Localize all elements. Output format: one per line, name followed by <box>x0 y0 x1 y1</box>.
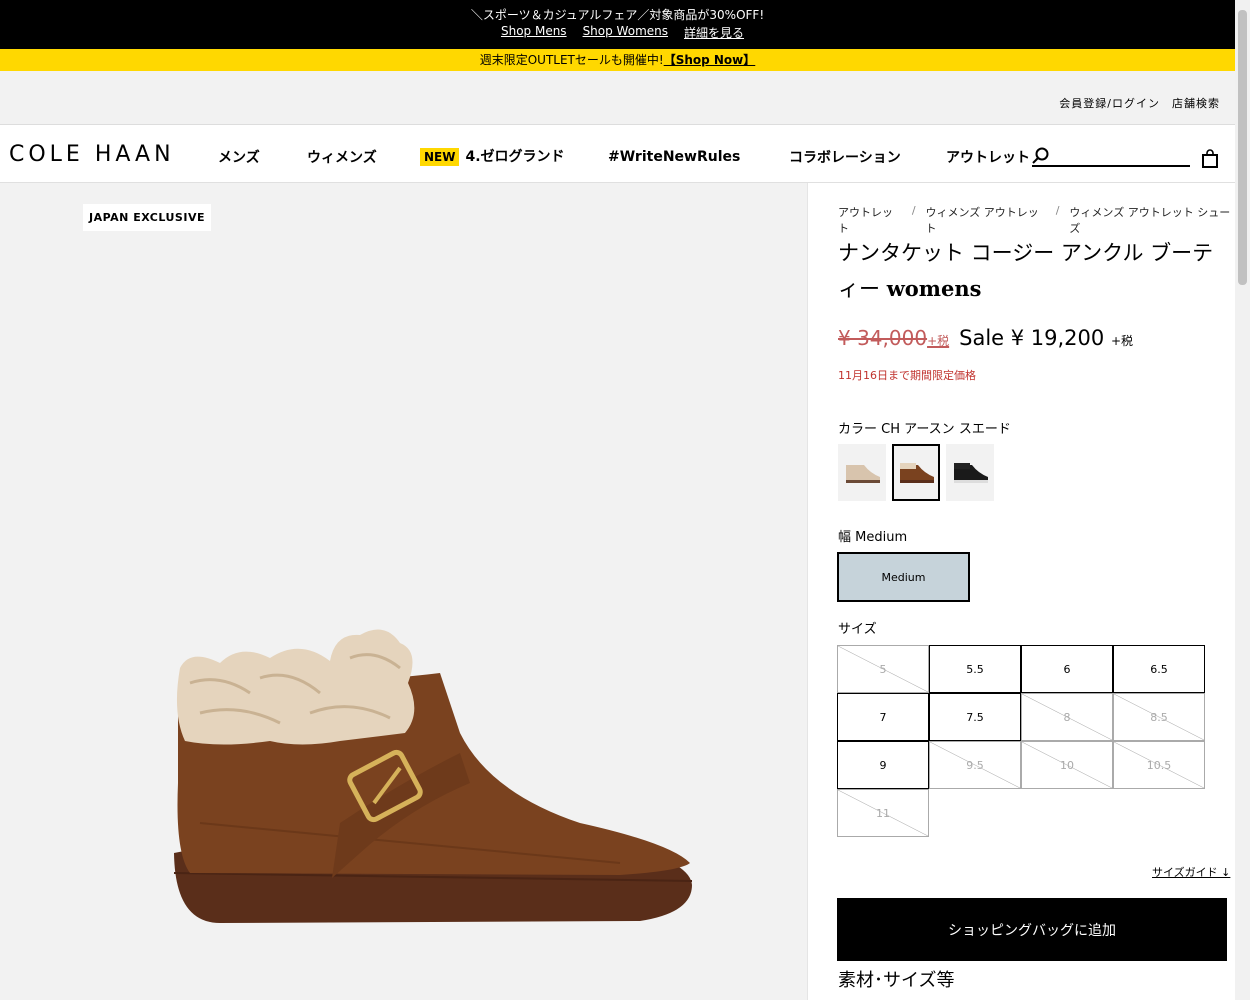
add-to-bag-button[interactable]: ショッピングバッグに追加 <box>837 898 1227 961</box>
color-swatch-beige[interactable] <box>838 444 886 501</box>
new-badge: NEW <box>420 148 460 166</box>
product-gallery: JAPAN EXCLUSIVE <box>0 183 807 1000</box>
breadcrumb-item[interactable]: ウィメンズ アウトレット <box>926 204 1046 236</box>
original-price-tax: +税 <box>927 334 950 348</box>
shop-mens-link[interactable]: Shop Mens <box>501 24 567 41</box>
swatch-black-image <box>954 462 988 483</box>
japan-exclusive-badge: JAPAN EXCLUSIVE <box>83 204 211 231</box>
logo[interactable]: COLE HAAN <box>9 142 175 167</box>
limited-price-note: 11月16日まで期間限定価格 <box>838 369 976 382</box>
size-guide-link[interactable]: サイズガイド ↓ <box>1152 864 1230 880</box>
size-option-10: 10 <box>1021 741 1113 789</box>
product-image[interactable] <box>160 623 705 933</box>
original-price-value: ¥ 34,000 <box>838 326 928 350</box>
utility-bar: 会員登録/ログイン 店舗検索 <box>0 71 1235 125</box>
swatch-brown-image <box>900 462 934 483</box>
width-label: 幅 Medium <box>838 530 908 545</box>
width-option-medium[interactable]: Medium <box>837 552 970 602</box>
nav-mens[interactable]: メンズ <box>218 147 260 167</box>
size-option-5-5[interactable]: 5.5 <box>929 645 1021 693</box>
outlet-banner-text: 週末限定OUTLETセールも開催中! <box>479 53 664 67</box>
search-box[interactable] <box>1032 145 1190 167</box>
color-label: カラー CH アースン スエード <box>838 422 1011 437</box>
color-swatch-black[interactable] <box>946 444 994 501</box>
nav-zerogrand-label: 4.ゼログランド <box>465 149 565 165</box>
scrollbar-thumb[interactable] <box>1238 10 1247 285</box>
size-option-6-5[interactable]: 6.5 <box>1113 645 1205 693</box>
utility-links: 会員登録/ログイン 店舗検索 <box>1059 95 1220 111</box>
promo-headline: ＼スポーツ＆カジュアルフェア／対象商品が30%OFF! <box>470 8 765 22</box>
product-title-en: womens <box>886 276 982 301</box>
promo-details-link[interactable]: 詳細を見る <box>684 24 744 41</box>
sale-price: Sale ¥ 19,200 +税 <box>959 326 1133 350</box>
search-input[interactable] <box>1054 145 1188 165</box>
size-option-7-5[interactable]: 7.5 <box>929 693 1021 741</box>
breadcrumb-item[interactable]: アウトレット <box>838 204 902 236</box>
shopping-bag-icon[interactable] <box>1201 149 1219 169</box>
original-price: ¥ 34,000+税 <box>838 326 949 350</box>
page-scrollbar[interactable] <box>1235 0 1250 1000</box>
size-option-8: 8 <box>1021 693 1113 741</box>
sale-price-tax: +税 <box>1110 334 1134 348</box>
size-option-5: 5 <box>837 645 929 693</box>
store-search-link[interactable]: 店舗検索 <box>1172 95 1220 111</box>
size-option-10-5: 10.5 <box>1113 741 1205 789</box>
price-row: ¥ 34,000+税 Sale ¥ 19,200 +税 <box>838 326 1133 350</box>
breadcrumb-separator: / <box>911 204 916 217</box>
color-swatch-brown[interactable] <box>892 444 940 501</box>
search-icon[interactable] <box>1032 147 1050 165</box>
sale-price-value: Sale ¥ 19,200 <box>959 326 1105 350</box>
swatch-beige-image <box>846 464 880 483</box>
material-size-heading[interactable]: 素材･サイズ等 <box>838 966 954 992</box>
promo-banner: ＼スポーツ＆カジュアルフェア／対象商品が30%OFF! Shop Mens Sh… <box>0 0 1235 49</box>
size-option-9[interactable]: 9 <box>837 741 929 789</box>
nav-womens[interactable]: ウィメンズ <box>307 147 377 167</box>
main-nav: COLE HAAN メンズ ウィメンズ NEW 4.ゼログランド #WriteNe… <box>0 125 1235 183</box>
product-details-panel: アウトレット / ウィメンズ アウトレット / ウィメンズ アウトレット シュー… <box>807 183 1235 1000</box>
size-option-6[interactable]: 6 <box>1021 645 1113 693</box>
size-option-8-5: 8.5 <box>1113 693 1205 741</box>
login-link[interactable]: 会員登録/ログイン <box>1059 95 1160 111</box>
size-label: サイズ <box>838 622 877 637</box>
size-option-9-5: 9.5 <box>929 741 1021 789</box>
nav-outlet[interactable]: アウトレット <box>946 147 1030 167</box>
color-swatches <box>838 444 994 501</box>
breadcrumb-separator: / <box>1055 204 1060 217</box>
shop-womens-link[interactable]: Shop Womens <box>583 24 668 41</box>
nav-write-new-rules[interactable]: #WriteNewRules <box>608 149 740 165</box>
outlet-banner: 週末限定OUTLETセールも開催中!【Shop Now】 <box>0 49 1235 71</box>
nav-zerogrand[interactable]: NEW 4.ゼログランド <box>420 146 565 166</box>
nav-collaboration[interactable]: コラボレーション <box>789 147 901 167</box>
promo-links: Shop Mens Shop Womens 詳細を見る <box>0 24 1235 41</box>
size-option-7[interactable]: 7 <box>837 693 929 741</box>
product-title: ナンタケット コージー アンクル ブーティー womens <box>838 235 1228 307</box>
breadcrumb: アウトレット / ウィメンズ アウトレット / ウィメンズ アウトレット シュー… <box>838 204 1235 236</box>
size-option-11: 11 <box>837 789 929 837</box>
shop-now-link[interactable]: 【Shop Now】 <box>664 53 756 67</box>
breadcrumb-item[interactable]: ウィメンズ アウトレット シューズ <box>1069 204 1235 236</box>
